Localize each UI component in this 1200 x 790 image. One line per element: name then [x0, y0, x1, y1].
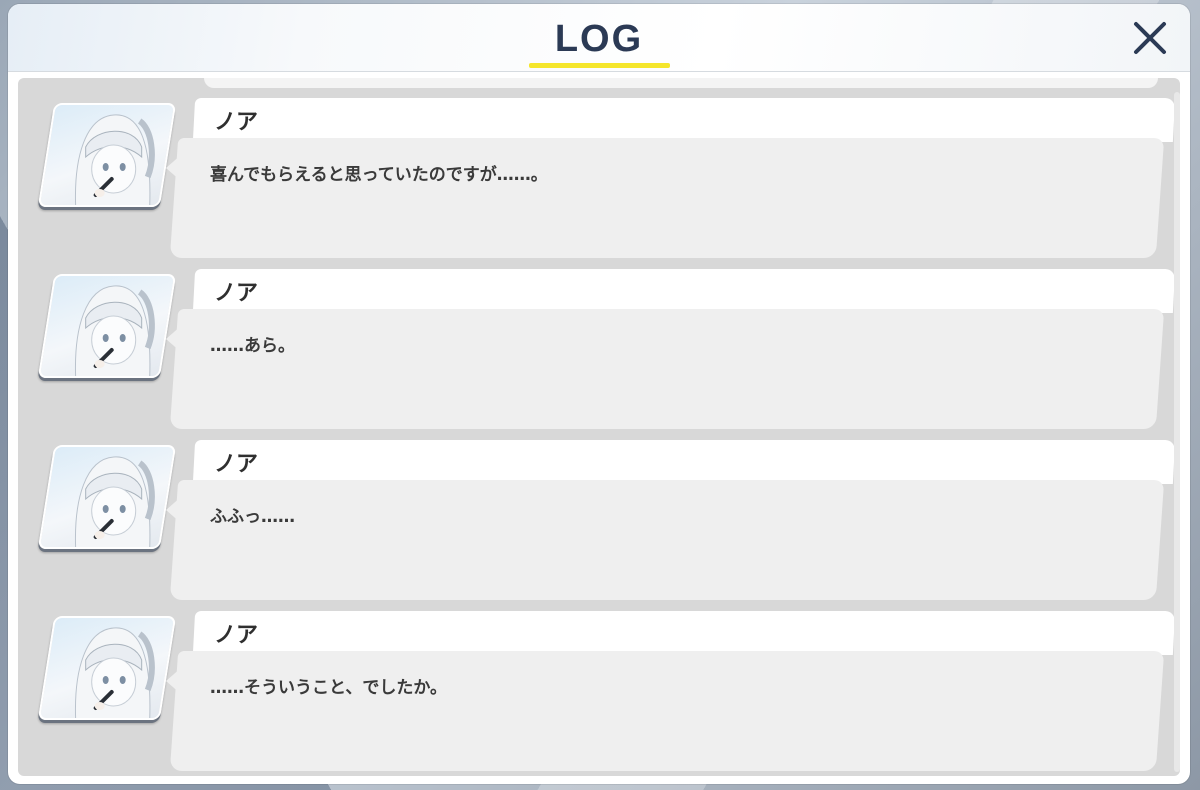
message-box: [169, 651, 1165, 771]
speaker-name-bar: [192, 611, 1176, 655]
speaker-name: ノア: [214, 110, 259, 135]
log-entry: ノア ふふっ……: [18, 440, 1176, 602]
log-header: LOG: [8, 4, 1190, 72]
portrait-image: [74, 627, 155, 720]
character-portrait: [37, 274, 177, 378]
speaker-name: ノア: [214, 452, 259, 477]
message-box: [169, 138, 1165, 258]
message-text: 喜んでもらえると思っていたのですが……。: [210, 165, 548, 185]
character-portrait: [37, 445, 177, 549]
speaker-name-bar: [192, 98, 1176, 142]
page-title: LOG: [554, 18, 644, 60]
character-portrait: [37, 103, 177, 207]
scrollbar[interactable]: [1174, 92, 1180, 772]
speaker-name: ノア: [214, 281, 259, 306]
close-button[interactable]: [1130, 18, 1170, 58]
log-entry: ノア ……あら。: [18, 269, 1176, 431]
log-list[interactable]: ノア 喜んでもらえると思っていたのですが……。 ノア ……あら。 ノア ふふっ……: [18, 78, 1180, 776]
log-entry: ノア 喜んでもらえると思っていたのですが……。: [18, 98, 1176, 260]
message-text: ……そういうこと、でしたか。: [210, 678, 447, 698]
log-window: LOG ノア 喜んでもらえると思っていたのですが……。 ノア ……あら。 ノア …: [8, 4, 1190, 784]
message-text: ……あら。: [210, 336, 295, 356]
speaker-name: ノア: [214, 623, 259, 648]
log-entry: ノア ……そういうこと、でしたか。: [18, 611, 1176, 773]
message-box: [169, 309, 1165, 429]
message-text: ふふっ……: [210, 507, 295, 527]
previous-entry-edge: [204, 78, 1158, 88]
portrait-image: [74, 285, 155, 378]
title-underline: [529, 63, 670, 68]
close-icon: [1134, 22, 1166, 54]
message-box: [169, 480, 1165, 600]
speaker-name-bar: [192, 440, 1176, 484]
portrait-image: [74, 456, 155, 549]
speaker-name-bar: [192, 269, 1176, 313]
character-portrait: [37, 616, 177, 720]
portrait-image: [74, 114, 155, 207]
